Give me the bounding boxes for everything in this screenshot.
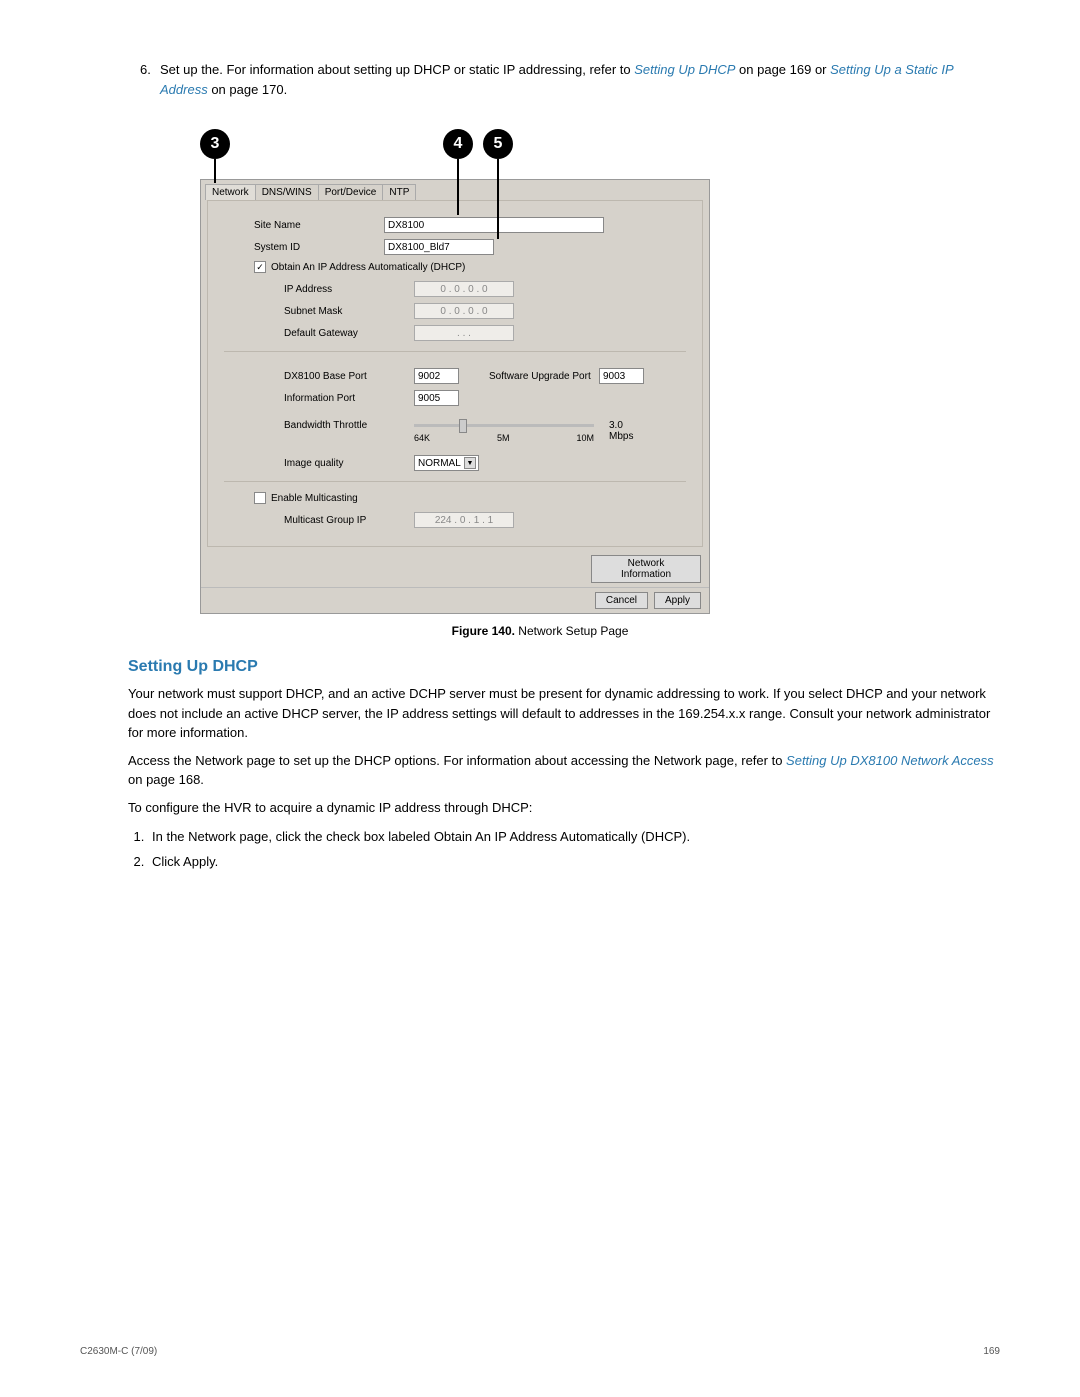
input-system-id[interactable]: DX8100_Bld7 xyxy=(384,239,494,255)
tick-64k: 64K xyxy=(414,433,430,443)
footer-doc-id: C2630M-C (7/09) xyxy=(80,1346,157,1357)
callout-3: 3 xyxy=(200,129,230,159)
select-image-quality[interactable]: NORMAL ▼ xyxy=(414,455,479,471)
para2-post: on page 168. xyxy=(128,772,204,787)
footer-page-number: 169 xyxy=(983,1346,1000,1357)
figure-title: Network Setup Page xyxy=(515,624,628,638)
para2-pre: Access the Network page to set up the DH… xyxy=(128,753,786,768)
callout-line-3 xyxy=(214,159,216,183)
label-ip-address: IP Address xyxy=(284,284,414,295)
dhcp-step-1: In the Network page, click the check box… xyxy=(148,825,1000,850)
label-bandwidth: Bandwidth Throttle xyxy=(284,420,414,431)
label-multicast-ip: Multicast Group IP xyxy=(284,515,414,526)
step6-tail: on page 170. xyxy=(211,82,287,97)
input-subnet-mask[interactable]: 0 . 0 . 0 . 0 xyxy=(414,303,514,319)
callout-4: 4 xyxy=(443,129,473,159)
link-network-access[interactable]: Setting Up DX8100 Network Access xyxy=(786,753,994,768)
tab-ntp[interactable]: NTP xyxy=(382,184,416,200)
label-info-port: Information Port xyxy=(284,393,414,404)
step6-intro: Set up the. For information about settin… xyxy=(160,62,634,77)
slider-bandwidth[interactable] xyxy=(414,424,594,427)
label-default-gateway: Default Gateway xyxy=(284,328,414,339)
input-site-name[interactable]: DX8100 xyxy=(384,217,604,233)
input-default-gateway[interactable]: . . . xyxy=(414,325,514,341)
tick-10m: 10M xyxy=(576,433,594,443)
apply-button[interactable]: Apply xyxy=(654,592,701,609)
figure-number: Figure 140. xyxy=(452,624,515,638)
input-info-port[interactable]: 9005 xyxy=(414,390,459,406)
bandwidth-value: 3.0 Mbps xyxy=(609,420,633,442)
tick-5m: 5M xyxy=(497,433,510,443)
slider-thumb[interactable] xyxy=(459,419,467,433)
network-information-button[interactable]: Network Information xyxy=(591,555,701,583)
cancel-button[interactable]: Cancel xyxy=(595,592,648,609)
select-value: NORMAL xyxy=(418,458,461,469)
label-system-id: System ID xyxy=(254,242,384,253)
label-base-port: DX8100 Base Port xyxy=(284,371,414,382)
label-subnet-mask: Subnet Mask xyxy=(284,306,414,317)
step-text: Set up the. For information about settin… xyxy=(160,60,1000,99)
label-dhcp-checkbox: Obtain An IP Address Automatically (DHCP… xyxy=(271,262,465,273)
step6-mid: on page 169 or xyxy=(739,62,830,77)
input-multicast-ip[interactable]: 224 . 0 . 1 . 1 xyxy=(414,512,514,528)
tab-port-device[interactable]: Port/Device xyxy=(318,184,384,200)
section-heading-dhcp: Setting Up DHCP xyxy=(128,658,1000,676)
para-dhcp-1: Your network must support DHCP, and an a… xyxy=(128,684,1000,743)
input-upgrade-port[interactable]: 9003 xyxy=(599,368,644,384)
input-ip-address[interactable]: 0 . 0 . 0 . 0 xyxy=(414,281,514,297)
dhcp-step-2: Click Apply. xyxy=(148,850,1000,875)
callout-line-4 xyxy=(457,159,459,215)
para-dhcp-3: To configure the HVR to acquire a dynami… xyxy=(128,798,1000,818)
checkbox-dhcp[interactable]: ✓ xyxy=(254,261,266,273)
input-base-port[interactable]: 9002 xyxy=(414,368,459,384)
step-number: 6. xyxy=(140,60,160,99)
label-multicast-checkbox: Enable Multicasting xyxy=(271,493,358,504)
step-6: 6. Set up the. For information about set… xyxy=(140,60,1000,99)
dhcp-steps: In the Network page, click the check box… xyxy=(148,825,1000,874)
callout-5: 5 xyxy=(483,129,513,159)
callout-line-5 xyxy=(497,159,499,239)
figure-container: 3 4 5 Network DNS/WINS Port/Device NTP S… xyxy=(200,129,1000,638)
checkbox-multicast[interactable] xyxy=(254,492,266,504)
label-image-quality: Image quality xyxy=(284,458,414,469)
para-dhcp-2: Access the Network page to set up the DH… xyxy=(128,751,1000,790)
page-footer: C2630M-C (7/09) 169 xyxy=(80,1346,1000,1357)
figure-caption: Figure 140. Network Setup Page xyxy=(80,624,1000,638)
link-setting-up-dhcp[interactable]: Setting Up DHCP xyxy=(634,62,735,77)
label-upgrade-port: Software Upgrade Port xyxy=(489,371,599,382)
chevron-down-icon: ▼ xyxy=(464,457,476,469)
tab-dns-wins[interactable]: DNS/WINS xyxy=(255,184,319,200)
network-setup-screenshot: Network DNS/WINS Port/Device NTP Site Na… xyxy=(200,179,710,614)
label-site-name: Site Name xyxy=(254,220,384,231)
tab-network[interactable]: Network xyxy=(205,184,256,200)
